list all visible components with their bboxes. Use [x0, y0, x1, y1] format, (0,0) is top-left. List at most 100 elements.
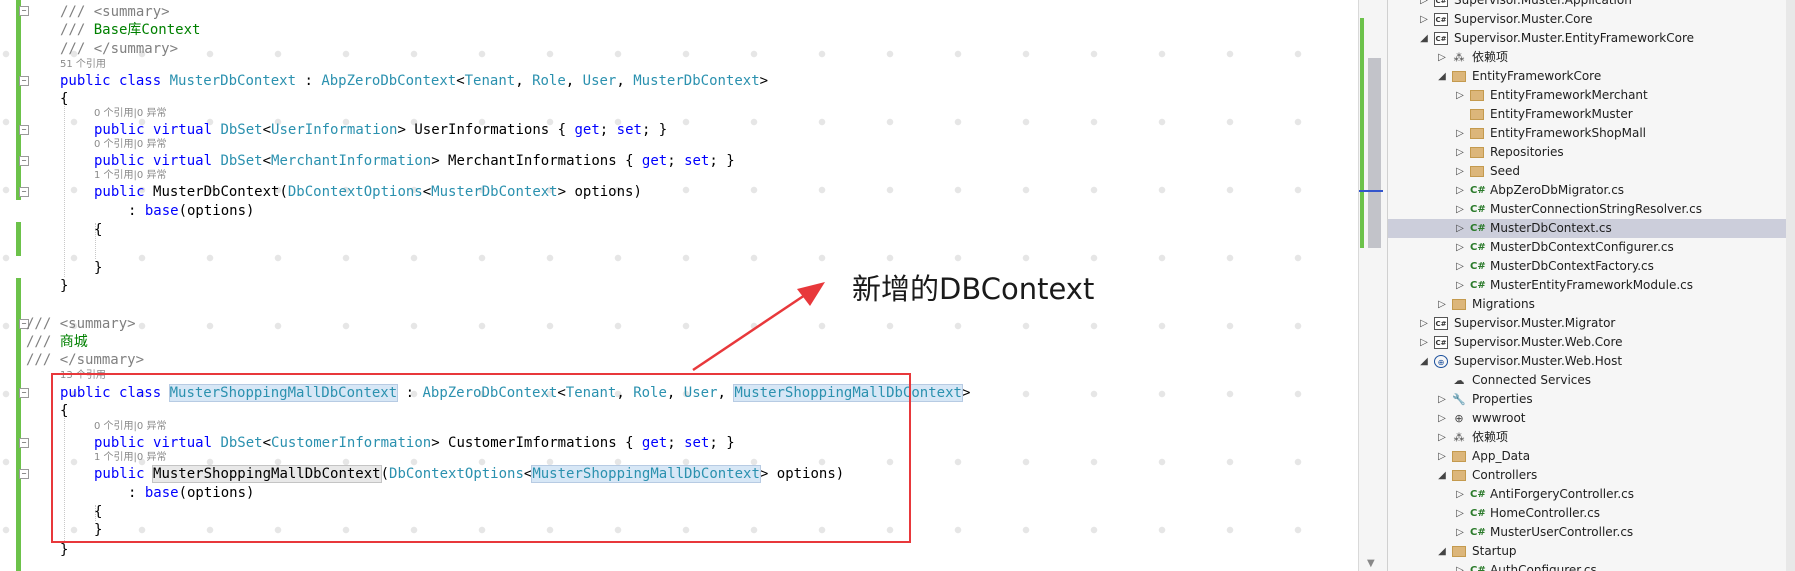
tree-item-label: Supervisor.Muster.Web.Core: [1454, 335, 1623, 349]
expand-icon[interactable]: ▷: [1418, 10, 1430, 29]
folder-icon: [1452, 299, 1466, 310]
tree-item-label: EntityFrameworkMuster: [1490, 107, 1633, 121]
csharp-file-icon: C#: [1470, 489, 1486, 500]
editor-scrollbar[interactable]: ▼: [1359, 0, 1387, 571]
solution-explorer[interactable]: ▷ C# Supervisor.Muster.Application ▷ C# Super…: [1387, 0, 1795, 571]
project-icon: C#: [1434, 336, 1448, 349]
tree-item[interactable]: ◢ C# Supervisor.Muster.EntityFrameworkCore: [1388, 29, 1795, 48]
expand-icon[interactable]: ▷: [1454, 143, 1466, 162]
expand-icon[interactable]: ▷: [1454, 200, 1466, 219]
change-overview: [1360, 18, 1364, 248]
tree-item[interactable]: ▷ C# MusterConnectionStringResolver.cs: [1388, 200, 1795, 219]
expand-icon[interactable]: ▷: [1418, 333, 1430, 352]
tree-item[interactable]: ▷ EntityFrameworkMerchant: [1388, 86, 1795, 105]
expand-icon[interactable]: ▷: [1454, 276, 1466, 295]
tree-item[interactable]: ▷ C# AntiForgeryController.cs: [1388, 485, 1795, 504]
expand-icon[interactable]: ▷: [1454, 561, 1466, 571]
tree-item[interactable]: ▷ App_Data: [1388, 447, 1795, 466]
expand-icon[interactable]: ▷: [1418, 0, 1430, 10]
expand-icon[interactable]: ▷: [1454, 219, 1466, 238]
collapse-icon[interactable]: ◢: [1436, 67, 1448, 86]
tree-item-label: 依赖项: [1472, 50, 1509, 64]
tree-item[interactable]: ▷ C# AuthConfigurer.cs: [1388, 561, 1795, 571]
tree-item[interactable]: ▷ C# Supervisor.Muster.Core: [1388, 10, 1795, 29]
tree-item[interactable]: ◢ Controllers: [1388, 466, 1795, 485]
node-icon: ☁: [1453, 374, 1465, 387]
tree-item[interactable]: ▷ C# MusterDbContext.cs: [1388, 219, 1795, 238]
tree-item[interactable]: ▷ ⁂ 依赖项: [1388, 428, 1795, 447]
solution-scrollbar[interactable]: [1786, 0, 1795, 571]
csharp-file-icon: C#: [1470, 223, 1486, 234]
folder-icon: [1470, 166, 1484, 177]
expand-icon[interactable]: ▷: [1418, 314, 1430, 333]
tree-item-label: Supervisor.Muster.Migrator: [1454, 316, 1616, 330]
tree-item-label: Seed: [1490, 164, 1520, 178]
annotation-text: 新增的DBContext: [852, 272, 1095, 306]
expand-icon[interactable]: ▷: [1454, 485, 1466, 504]
collapse-icon[interactable]: ◢: [1418, 29, 1430, 48]
folder-icon: [1470, 109, 1484, 120]
csharp-file-icon: C#: [1470, 204, 1486, 215]
tree-item[interactable]: ▷ C# AbpZeroDbMigrator.cs: [1388, 181, 1795, 200]
expand-icon[interactable]: ▷: [1454, 162, 1466, 181]
expand-icon[interactable]: ▷: [1454, 257, 1466, 276]
tree-item[interactable]: ▷ C# HomeController.cs: [1388, 504, 1795, 523]
tree-item[interactable]: ▷ ⊕ wwwroot: [1388, 409, 1795, 428]
tree-item[interactable]: ▷ C# Supervisor.Muster.Web.Core: [1388, 333, 1795, 352]
expand-icon[interactable]: ▷: [1454, 124, 1466, 143]
expand-icon[interactable]: ▷: [1454, 181, 1466, 200]
tree-item-label: MusterDbContextFactory.cs: [1490, 259, 1654, 273]
tree-item[interactable]: ☁ Connected Services: [1388, 371, 1795, 390]
expand-icon[interactable]: ▷: [1436, 390, 1448, 409]
tree-item[interactable]: ▷ Seed: [1388, 162, 1795, 181]
tree-item-label: Properties: [1472, 392, 1533, 406]
csharp-file-icon: C#: [1470, 261, 1486, 272]
tree-item[interactable]: ▷ C# MusterUserController.cs: [1388, 523, 1795, 542]
collapse-icon[interactable]: ◢: [1418, 352, 1430, 371]
tree-item-label: EntityFrameworkShopMall: [1490, 126, 1647, 140]
tree-item[interactable]: ◢ Startup: [1388, 542, 1795, 561]
expand-icon[interactable]: ▷: [1454, 523, 1466, 542]
tree-item[interactable]: ▷ C# MusterDbContextFactory.cs: [1388, 257, 1795, 276]
expand-icon[interactable]: ▷: [1436, 48, 1448, 67]
expand-icon[interactable]: ▷: [1436, 447, 1448, 466]
tree-item-label: Connected Services: [1472, 373, 1592, 387]
collapse-icon[interactable]: ◢: [1436, 542, 1448, 561]
tree-item[interactable]: ▷ C# Supervisor.Muster.Application: [1388, 0, 1795, 10]
tree-item[interactable]: ▷ C# MusterEntityFrameworkModule.cs: [1388, 276, 1795, 295]
tree-item[interactable]: ▷ Migrations: [1388, 295, 1795, 314]
web-project-icon: ⊕: [1434, 355, 1448, 368]
tree-item[interactable]: ▷ ⁂ 依赖项: [1388, 48, 1795, 67]
scroll-down-icon[interactable]: ▼: [1367, 558, 1375, 569]
folder-icon: [1470, 128, 1484, 139]
scroll-thumb[interactable]: [1368, 58, 1381, 248]
expand-icon[interactable]: ▷: [1454, 86, 1466, 105]
tree-item[interactable]: ◢ ⊕ Supervisor.Muster.Web.Host: [1388, 352, 1795, 371]
tree-item-label: MusterEntityFrameworkModule.cs: [1490, 278, 1693, 292]
expand-icon[interactable]: ▷: [1436, 295, 1448, 314]
tree-item-label: Supervisor.Muster.Web.Host: [1454, 354, 1623, 368]
csharp-file-icon: C#: [1470, 185, 1486, 196]
node-icon: ⁂: [1453, 431, 1465, 444]
expand-icon[interactable]: ▷: [1436, 428, 1448, 447]
tree-item[interactable]: ▷ C# MusterDbContextConfigurer.cs: [1388, 238, 1795, 257]
tree-item[interactable]: ▷ C# Supervisor.Muster.Migrator: [1388, 314, 1795, 333]
collapse-icon[interactable]: ◢: [1436, 466, 1448, 485]
folder-icon: [1452, 71, 1466, 82]
tree-item[interactable]: ▷ Repositories: [1388, 143, 1795, 162]
node-icon: 🔧: [1452, 393, 1466, 406]
expand-icon[interactable]: ▷: [1454, 504, 1466, 523]
expand-icon[interactable]: ▷: [1436, 409, 1448, 428]
code-editor[interactable]: − − − − − − − − − /// <summary>/// Base库…: [0, 0, 1358, 571]
expand-icon[interactable]: ▷: [1454, 238, 1466, 257]
tree-item-label: wwwroot: [1472, 411, 1526, 425]
folder-icon: [1470, 90, 1484, 101]
tree-item-label: Repositories: [1490, 145, 1564, 159]
tree-item[interactable]: ▷ EntityFrameworkShopMall: [1388, 124, 1795, 143]
tree-item[interactable]: EntityFrameworkMuster: [1388, 105, 1795, 124]
tree-item[interactable]: ◢ EntityFrameworkCore: [1388, 67, 1795, 86]
node-icon: ⁂: [1453, 51, 1465, 64]
csharp-file-icon: C#: [1470, 280, 1486, 291]
tree-item[interactable]: ▷ 🔧 Properties: [1388, 390, 1795, 409]
tree-item-label: Supervisor.Muster.Application: [1454, 0, 1632, 7]
